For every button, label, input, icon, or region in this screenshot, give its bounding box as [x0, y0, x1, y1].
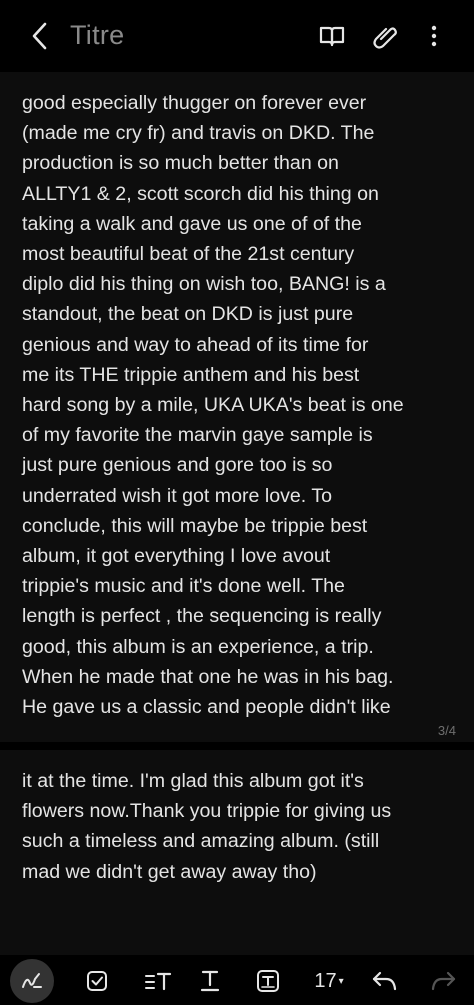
textbox-icon	[257, 970, 279, 992]
chevron-down-icon: ▾	[338, 975, 344, 987]
page-3-text[interactable]: good especially thugger on forever ever …	[22, 88, 460, 722]
note-title[interactable]: Titre	[70, 20, 125, 51]
page-number: 3/4	[437, 723, 456, 738]
font-size-selector[interactable]: 17 ▾	[305, 963, 353, 999]
handwriting-button[interactable]	[10, 959, 54, 1003]
page-divider	[0, 742, 474, 750]
back-button[interactable]	[24, 18, 56, 54]
underline-button[interactable]	[195, 963, 225, 999]
editing-toolbar: 17 ▾	[0, 955, 474, 1005]
attach-button[interactable]	[369, 20, 401, 52]
reading-mode-button[interactable]	[316, 20, 348, 52]
text-size-icon	[145, 972, 172, 991]
app-header: Titre	[0, 0, 474, 72]
note-page-3[interactable]: good especially thugger on forever ever …	[0, 72, 474, 742]
redo-icon	[431, 971, 456, 991]
handwriting-icon	[22, 973, 42, 988]
note-page-4[interactable]: it at the time. I'm glad this album got …	[0, 750, 474, 955]
paperclip-icon	[373, 27, 397, 49]
more-vertical-icon	[431, 25, 437, 47]
checkbox-button[interactable]	[82, 963, 112, 999]
font-size-value: 17	[314, 969, 337, 992]
page-4-text[interactable]: it at the time. I'm glad this album got …	[22, 766, 460, 887]
checkbox-icon	[87, 971, 107, 991]
underline-icon	[200, 970, 220, 992]
redo-button[interactable]	[426, 963, 460, 999]
book-icon	[319, 26, 345, 47]
notes-screen: Titre good especially thugger on forever…	[0, 0, 474, 1005]
chevron-left-icon	[32, 22, 47, 50]
undo-button[interactable]	[368, 963, 402, 999]
undo-icon	[372, 971, 397, 991]
textbox-button[interactable]	[252, 963, 284, 999]
more-options-button[interactable]	[418, 20, 450, 52]
text-style-button[interactable]	[140, 963, 176, 999]
